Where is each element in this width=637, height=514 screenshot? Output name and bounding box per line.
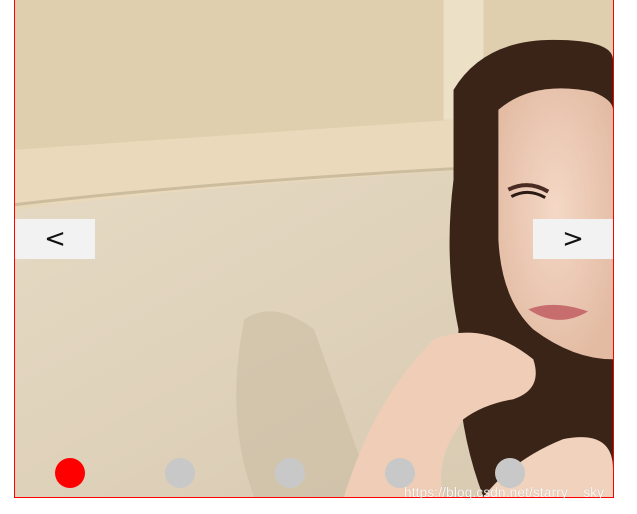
watermark-text: https://blog.csdn.net/starry__sky bbox=[404, 485, 605, 500]
image-carousel: < > bbox=[14, 0, 614, 498]
indicator-dot-1[interactable] bbox=[55, 458, 85, 488]
next-arrow-button[interactable]: > bbox=[533, 219, 613, 259]
indicator-dot-3[interactable] bbox=[275, 458, 305, 488]
indicator-dot-5[interactable] bbox=[495, 458, 525, 488]
slide-image bbox=[15, 0, 613, 497]
prev-arrow-button[interactable]: < bbox=[15, 219, 95, 259]
indicator-dot-4[interactable] bbox=[385, 458, 415, 488]
indicator-dot-2[interactable] bbox=[165, 458, 195, 488]
